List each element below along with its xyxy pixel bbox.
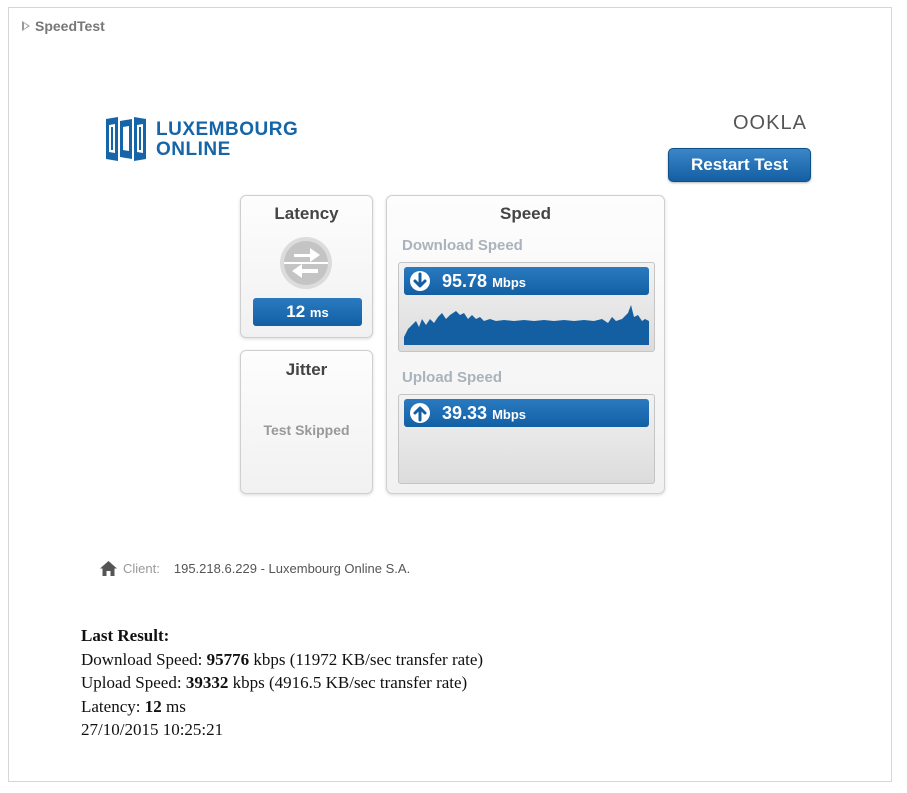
luxembourg-online-logo-icon xyxy=(106,117,146,161)
latency-title: Latency xyxy=(274,204,339,223)
latency-prefix: Latency: xyxy=(81,696,145,716)
latency-unit: ms xyxy=(309,305,329,320)
latency-suffix: ms xyxy=(161,696,186,716)
client-info: Client: 195.218.6.229 - Luxembourg Onlin… xyxy=(100,561,410,576)
download-speed-graph xyxy=(404,305,649,345)
last-result-heading: Last Result: xyxy=(81,626,170,645)
download-value: 95.78 xyxy=(442,271,488,291)
download-unit: Mbps xyxy=(492,275,527,290)
restart-test-button[interactable]: Restart Test xyxy=(668,148,811,182)
jitter-status: Test Skipped xyxy=(263,422,350,438)
provider-logo: LUXEMBOURG ONLINE xyxy=(104,115,298,165)
home-icon xyxy=(100,561,117,576)
latency-ms: 12 xyxy=(144,696,162,716)
last-result-latency: Latency: 12 ms xyxy=(81,695,483,719)
last-result-download: Download Speed: 95776 kbps (11972 KB/sec… xyxy=(81,648,483,672)
download-prefix: Download Speed: xyxy=(81,649,207,669)
latency-arrows-icon xyxy=(280,237,332,289)
jitter-title: Jitter xyxy=(285,360,328,379)
last-result: Last Result: Download Speed: 95776 kbps … xyxy=(81,624,483,742)
upload-gauge: 39.33 Mbps xyxy=(398,394,655,484)
upload-suffix: kbps (4916.5 KB/sec transfer rate) xyxy=(228,673,468,692)
upload-speed-label: Upload Speed xyxy=(402,369,503,386)
download-kbps: 95776 xyxy=(206,649,250,669)
download-value-badge: 95.78 Mbps xyxy=(404,267,649,295)
upload-kbps: 39332 xyxy=(185,673,229,692)
provider-name-line1: LUXEMBOURG xyxy=(156,119,299,140)
download-speed-label: Download Speed xyxy=(402,237,523,254)
latency-value: 12 xyxy=(286,302,306,321)
ookla-logo: OOKLA xyxy=(733,112,807,134)
client-label: Client: xyxy=(123,561,160,576)
download-suffix: kbps (11972 KB/sec transfer rate) xyxy=(249,649,484,669)
upload-prefix: Upload Speed: xyxy=(81,673,186,692)
upload-arrow-icon xyxy=(410,403,430,423)
speed-panel: Speed Download Speed 95.78 Mbps Upload S… xyxy=(386,195,665,494)
upload-unit: Mbps xyxy=(492,407,527,422)
upload-value: 39.33 xyxy=(442,403,488,423)
download-gauge: 95.78 Mbps xyxy=(398,262,655,352)
upload-value-badge: 39.33 Mbps xyxy=(404,399,649,427)
provider-name: LUXEMBOURG ONLINE xyxy=(156,120,298,160)
expand-triangle-icon xyxy=(22,20,31,32)
last-result-timestamp: 27/10/2015 10:25:21 xyxy=(81,720,224,739)
latency-panel: Latency 12 ms xyxy=(240,195,373,338)
last-result-upload: Upload Speed: 39332 kbps (4916.5 KB/sec … xyxy=(81,671,483,695)
speedtest-title: SpeedTest xyxy=(35,18,105,34)
jitter-panel: Jitter Test Skipped xyxy=(240,350,373,494)
download-arrow-icon xyxy=(410,271,430,291)
provider-name-line2: ONLINE xyxy=(156,139,231,160)
client-value: 195.218.6.229 - Luxembourg Online S.A. xyxy=(173,561,411,576)
speedtest-toggle[interactable]: SpeedTest xyxy=(22,18,105,34)
speed-title: Speed xyxy=(499,204,552,223)
latency-value-badge: 12 ms xyxy=(253,298,362,326)
